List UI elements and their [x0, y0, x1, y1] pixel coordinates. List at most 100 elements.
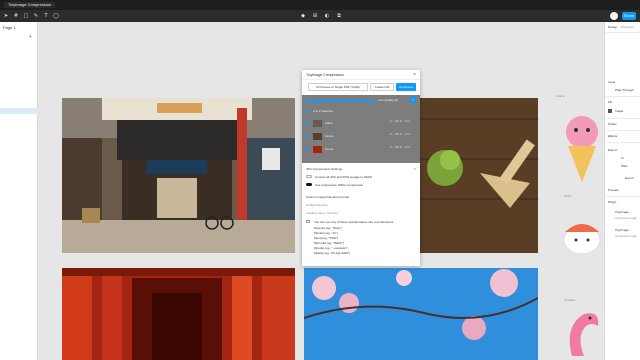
quality-label: Low Quality (b)	[378, 98, 399, 102]
export-scale[interactable]: 1x	[621, 156, 624, 160]
selected-count-row: 2 of 2 Selected	[302, 106, 420, 118]
settings-panel: JPG Compression Settings × Convert all J…	[302, 163, 420, 266]
item-thumbnail	[313, 120, 322, 127]
pages-label[interactable]: Page 1	[3, 25, 16, 30]
list-item[interactable]: Group 2x · 400 4x · 0.0m	[302, 144, 420, 156]
convert-toggle[interactable]	[306, 175, 312, 178]
plugin-item-desc: Compress Imag...	[615, 216, 639, 220]
token-item: #{name} (eg. "Shop")	[314, 226, 343, 230]
item-size: 2x · 300 4x · 0.0m	[390, 120, 411, 123]
layer-row-selected[interactable]	[0, 108, 38, 114]
component-icon[interactable]: ◆	[300, 13, 306, 19]
create-gif-button[interactable]: Create GIF	[370, 83, 394, 91]
token-item: #{ext} (eg. "PNG")	[314, 236, 339, 240]
layers-panel: Page 1 +	[0, 22, 38, 360]
avatar[interactable]	[610, 12, 618, 20]
selected-count-label: 2 of 2 Selected	[313, 109, 334, 113]
file-tab[interactable]: TinyImage Compression	[4, 2, 56, 8]
text-icon[interactable]: T	[43, 13, 49, 19]
tab-design[interactable]: Design	[608, 25, 617, 29]
token-item: #{format} (eg. "WebP")	[314, 241, 345, 245]
divider	[605, 32, 640, 33]
fill-swatch[interactable]	[608, 109, 612, 113]
item-checkbox[interactable]	[306, 135, 309, 138]
comment-icon[interactable]: ◯	[53, 13, 59, 19]
plugin-header: TinyImage Compression ×	[302, 70, 420, 80]
photo-shop-street[interactable]	[62, 98, 295, 253]
item-size: 2x · 400 4x · 0.0m	[390, 146, 411, 149]
divider	[605, 118, 640, 119]
properties-panel: Design Prototype Layer Pass Through Fill…	[604, 22, 640, 360]
toolbar: ➤ # □ ✎ T ◯ ◆ ⊞ ◐ ⧉ Share	[0, 10, 640, 22]
photo-matcha[interactable]	[420, 98, 538, 253]
sticker-ice-cream[interactable]	[562, 104, 602, 186]
info-icon	[306, 220, 310, 223]
export-format[interactable]: PNG	[621, 164, 628, 168]
plugin-label: Plugin	[608, 200, 617, 204]
token-item: #{scale} (eg. "2x")	[314, 231, 338, 235]
plugin-title: TinyImage Compression	[306, 73, 344, 77]
canvas[interactable]: 1024 × 683 Frame	[38, 22, 604, 360]
pen-icon[interactable]: ✎	[33, 13, 39, 19]
item-name: Group	[325, 134, 334, 138]
sushi-label: Sushi	[564, 194, 572, 198]
fill-label: Fill	[608, 100, 612, 104]
info-text: You can use any of these special values …	[314, 220, 395, 224]
frame-label: Frame	[556, 94, 565, 98]
quality-slider[interactable]	[306, 100, 374, 102]
plugin-item-desc: Compress Imag...	[615, 234, 639, 238]
preview-label[interactable]: Preview	[608, 188, 619, 192]
divider	[605, 196, 640, 197]
contrast-icon[interactable]: ◐	[324, 13, 330, 19]
plugin-item[interactable]: TinyImage	[615, 210, 629, 214]
item-checkbox[interactable]	[306, 122, 309, 125]
shape-icon[interactable]: □	[23, 13, 29, 19]
export-label: Export	[608, 148, 617, 152]
photo-cherry-blossom[interactable]	[304, 268, 538, 360]
close-icon[interactable]: ×	[413, 72, 416, 78]
export-button[interactable]: Export	[625, 176, 634, 180]
mask-icon[interactable]: ⊞	[312, 13, 318, 19]
convert-label: Convert all JPG and PNG images to WebP	[315, 175, 372, 179]
file-list: Low Quality (b) ✓ 2 of 2 Selected Affina…	[302, 95, 420, 163]
list-item[interactable]: Group 2x · 300 4x · 0.0m	[302, 131, 420, 143]
item-name: Group	[325, 147, 334, 151]
item-size: 2x · 300 4x · 0.0m	[390, 133, 411, 136]
move-icon[interactable]: ➤	[3, 13, 9, 19]
item-thumbnail	[313, 146, 322, 153]
divider	[605, 96, 640, 97]
progressive-toggle[interactable]	[306, 183, 312, 186]
together-label: Together	[564, 298, 576, 302]
item-checkbox[interactable]	[306, 148, 309, 151]
item-name: Affina	[325, 121, 333, 125]
plugin-item[interactable]: TinyImage	[615, 228, 629, 232]
stroke-label: Stroke	[608, 122, 617, 126]
blend-mode-select[interactable]: Pass Through	[615, 88, 634, 92]
single-pdf-button[interactable]: All Frames to Single PDF (72dpi)	[308, 83, 368, 91]
filename-input[interactable]: Default filename	[306, 203, 328, 207]
filename-input-2[interactable]: Leading value: "(Frame)"	[306, 211, 339, 215]
token-item: #{node} (eg. "..example")	[314, 246, 348, 250]
title-bar: TinyImage Compression	[0, 0, 640, 10]
sticker-sushi[interactable]	[562, 210, 602, 260]
frame-icon[interactable]: #	[13, 13, 19, 19]
progressive-label: Use progressive JPEG compression	[315, 183, 364, 187]
fill-type[interactable]: Image	[615, 109, 623, 113]
close-settings-icon[interactable]: ×	[414, 166, 416, 171]
item-thumbnail	[313, 133, 322, 140]
list-item[interactable]: Affina 2x · 300 4x · 0.0m	[302, 118, 420, 130]
photo-torii-gates[interactable]	[62, 268, 295, 360]
add-page-icon[interactable]: +	[29, 34, 32, 40]
custom-filename-heading: Custom Image Filename Format	[306, 195, 350, 199]
effects-label: Effects	[608, 134, 618, 138]
share-button[interactable]: Share	[622, 12, 636, 20]
checkmark-icon[interactable]: ✓	[410, 97, 416, 103]
divider	[605, 130, 640, 131]
sticker-shrimp[interactable]	[562, 306, 602, 360]
boolean-icon[interactable]: ⧉	[336, 13, 342, 19]
tab-prototype[interactable]: Prototype	[621, 25, 634, 29]
compress-button[interactable]: Compress	[396, 83, 416, 91]
layer-label: Layer	[608, 80, 616, 84]
select-all-checkbox[interactable]	[306, 110, 309, 113]
token-item: #{date} (eg. "09-Apr-2022")	[314, 251, 351, 255]
